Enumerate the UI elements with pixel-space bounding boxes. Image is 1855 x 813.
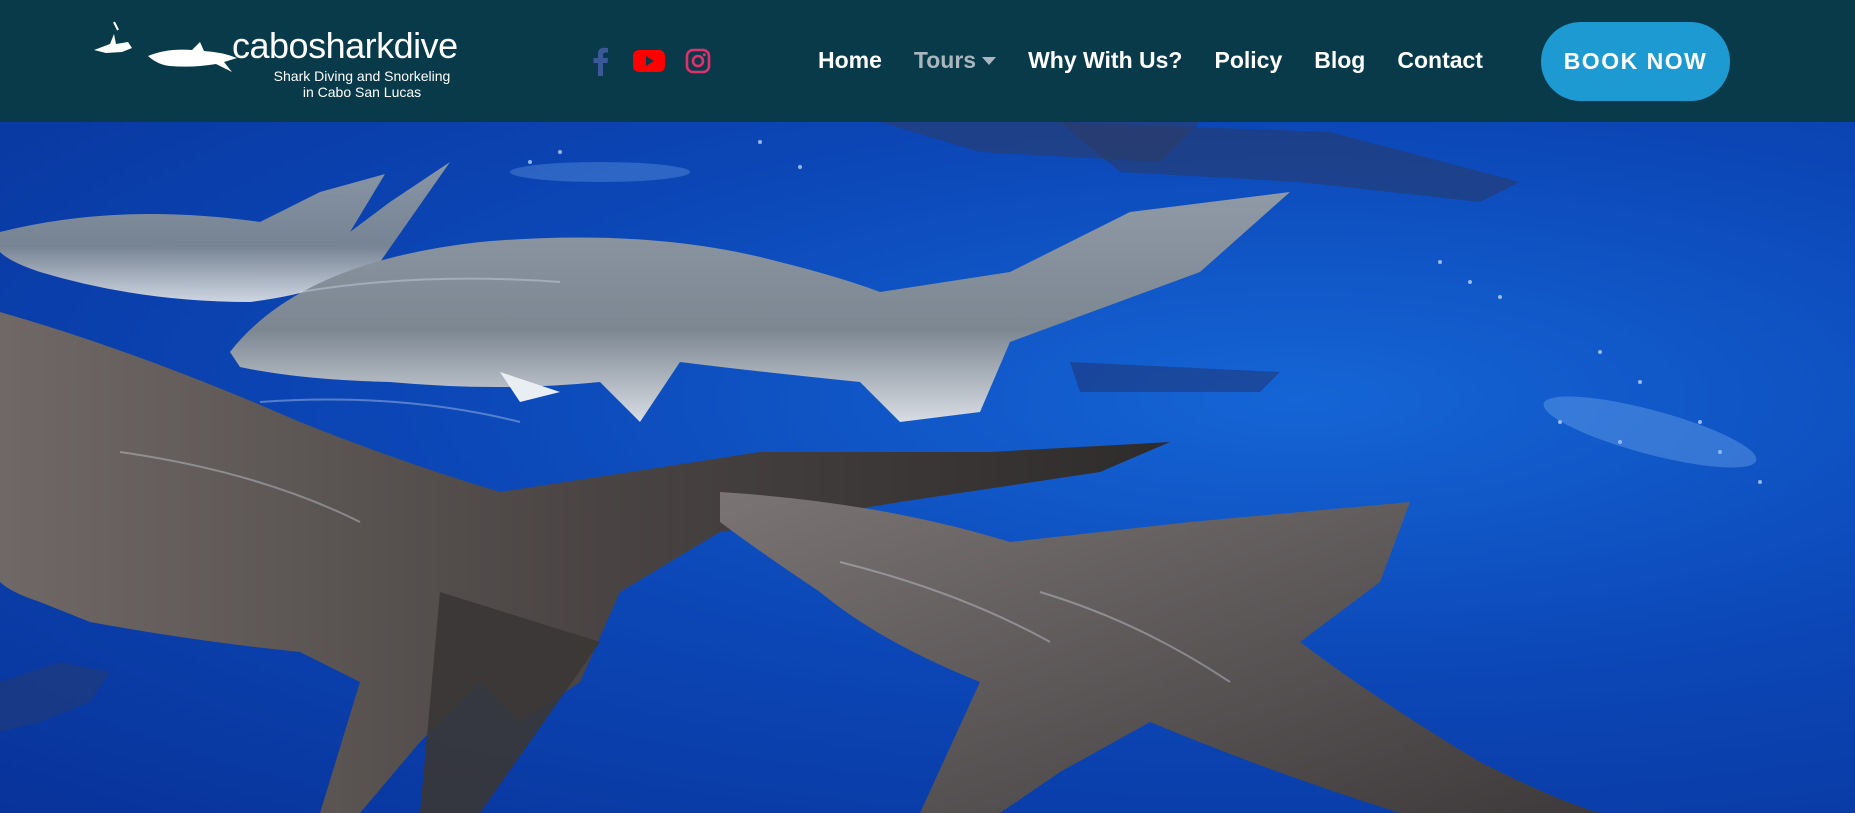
nav-home[interactable]: Home: [818, 47, 882, 74]
shark-diver-logo-icon: [94, 21, 237, 72]
instagram-icon: [685, 48, 711, 74]
nav-blog[interactable]: Blog: [1314, 47, 1365, 74]
site-header: cabosharkdive Shark Diving and Snorkelin…: [0, 0, 1855, 122]
facebook-link[interactable]: [588, 44, 612, 78]
facebook-icon: [593, 47, 608, 76]
sharks-underwater-image: [0, 122, 1762, 813]
logo-wordmark: cabosharkdive: [232, 25, 458, 66]
youtube-link[interactable]: [632, 44, 666, 78]
hero-image-sharks: [0, 122, 1855, 813]
logo-tagline-2: in Cabo San Lucas: [302, 84, 422, 100]
chevron-down-icon: [982, 57, 997, 65]
instagram-link[interactable]: [684, 44, 712, 78]
youtube-icon: [633, 50, 665, 72]
main-nav: Home Tours Why With Us? Policy Blog Cont…: [818, 40, 1515, 80]
nav-tours-label: Tours: [913, 46, 977, 73]
nav-contact[interactable]: Contact: [1397, 47, 1483, 74]
nav-tours[interactable]: Tours: [913, 46, 997, 74]
nav-policy[interactable]: Policy: [1214, 47, 1282, 74]
site-logo[interactable]: cabosharkdive Shark Diving and Snorkelin…: [92, 20, 472, 106]
logo-tagline: Shark Diving and Snorkeling: [273, 68, 451, 84]
book-now-button[interactable]: BOOK NOW: [1541, 22, 1730, 101]
nav-why-with-us[interactable]: Why With Us?: [1028, 47, 1182, 74]
